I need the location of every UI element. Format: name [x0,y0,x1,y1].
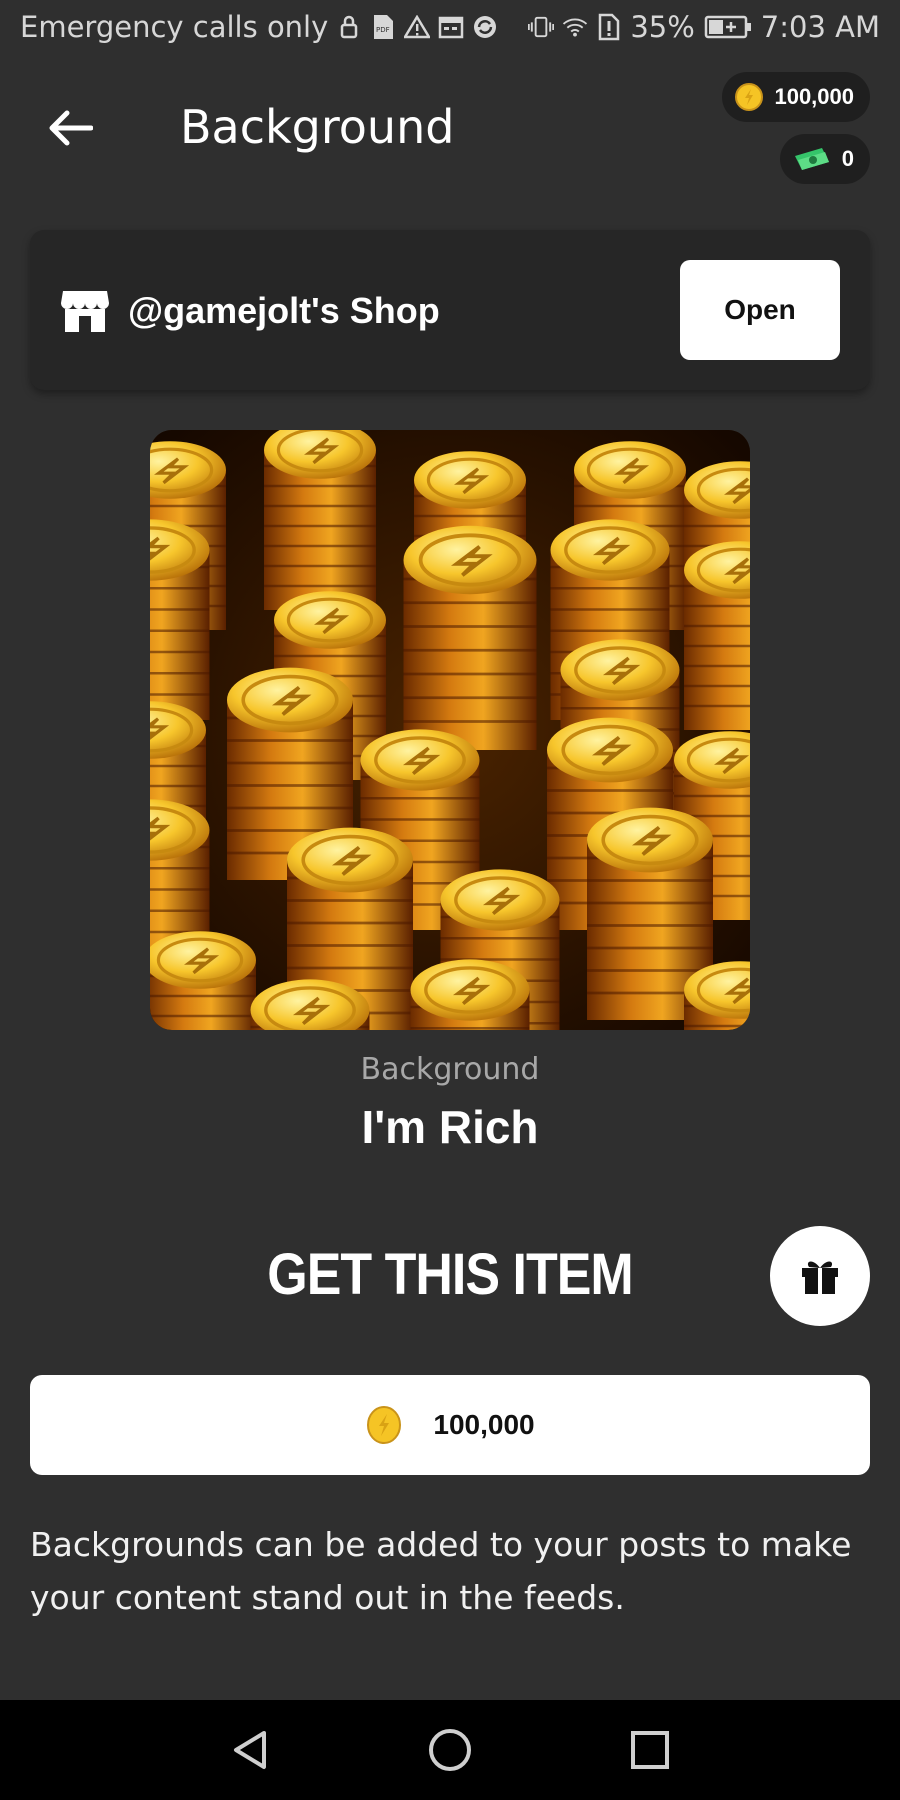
battery-icon [703,12,753,42]
carrier-text: Emergency calls only [20,10,329,44]
buy-button[interactable]: 100,000 [30,1375,870,1475]
vibrate-icon [528,12,555,42]
cash-balance-value: 0 [841,146,854,171]
gift-button[interactable] [770,1226,870,1326]
store-icon [61,291,109,332]
coin-balance[interactable]: 100,000 [722,72,870,122]
alert-icon [596,12,622,42]
gift-icon [802,1261,838,1294]
status-left: Emergency calls only PDF [20,10,498,44]
buy-price: 100,000 [433,1409,535,1440]
status-right: 35% 7:03 AM [528,10,880,44]
item-description: Backgrounds can be added to your posts t… [30,1525,852,1617]
recents-square-icon [631,1731,669,1769]
item-type-label: Background [360,1052,540,1087]
open-shop-button[interactable]: Open [680,260,840,360]
shop-name: @gamejolt's Shop [128,290,440,331]
calendar-icon [438,12,464,42]
page-title: Background [180,100,455,154]
item-image [150,430,750,1030]
clock: 7:03 AM [760,10,880,44]
sync-icon [472,12,498,42]
home-circle-icon [429,1729,471,1771]
coin-icon [735,83,764,111]
get-item-heading: GET THIS ITEM [267,1242,633,1308]
gold-coins-image [150,430,750,1030]
nav-bar [0,1700,900,1800]
back-triangle-icon [234,1731,266,1769]
coin-icon [367,1406,402,1444]
svg-text:PDF: PDF [376,26,390,34]
status-bar: Emergency calls only PDF 35% 7:03 AM [0,0,900,62]
back-button[interactable] [42,100,98,156]
cash-icon [794,148,829,170]
nav-home-button[interactable] [425,1725,475,1775]
warning-icon [404,12,431,42]
lock-icon [336,12,362,42]
cash-balance[interactable]: 0 [779,134,870,184]
item-name: I'm Rich [361,1101,539,1153]
wifi-icon [562,12,588,42]
battery-percent: 35% [630,10,695,44]
nav-back-button[interactable] [225,1725,275,1775]
arrow-left-icon [49,110,93,146]
coin-balance-value: 100,000 [774,84,854,109]
shop-card: @gamejolt's Shop Open [30,230,870,390]
nav-recents-button[interactable] [625,1725,675,1775]
pdf-icon: PDF [370,12,396,42]
